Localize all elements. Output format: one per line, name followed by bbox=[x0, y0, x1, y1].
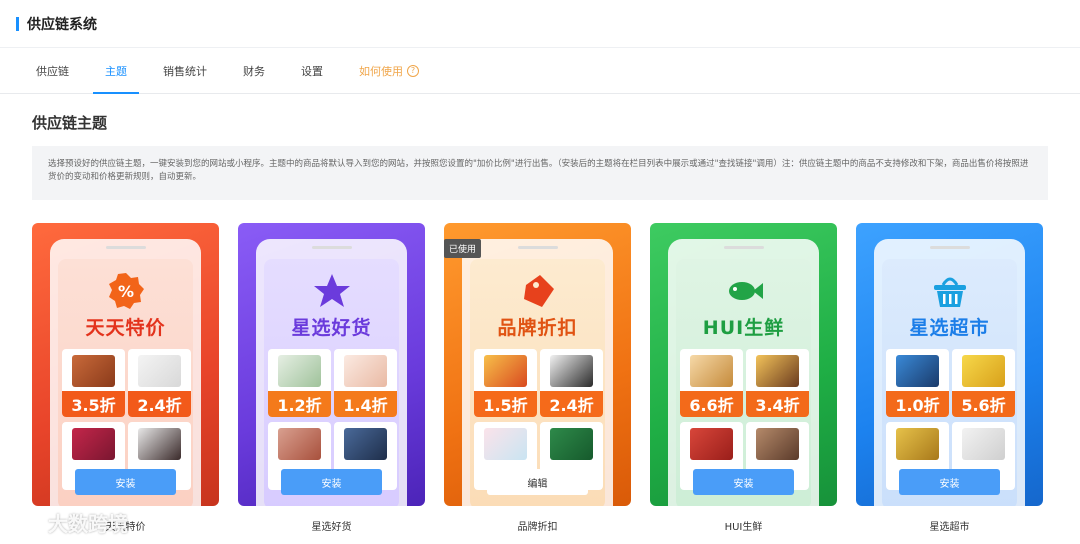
product-image bbox=[484, 355, 527, 387]
product-image bbox=[550, 355, 593, 387]
product-image bbox=[896, 428, 939, 460]
phone-speaker bbox=[518, 246, 558, 249]
phone-speaker bbox=[724, 246, 764, 249]
tab-how-to-use-label: 如何使用 bbox=[359, 65, 403, 78]
product-tile: 3.5折 bbox=[62, 349, 125, 417]
product-tile: 1.0折 bbox=[886, 349, 949, 417]
product-tile: 6.6折 bbox=[680, 349, 743, 417]
product-tile: 1.5折 bbox=[474, 349, 537, 417]
phone-mockup: 星选好货 1.2折 1.4折 bbox=[256, 239, 407, 506]
product-image bbox=[344, 355, 387, 387]
product-image bbox=[344, 428, 387, 460]
discount-label: 1.0折 bbox=[886, 391, 949, 417]
watermark: 大数跨境 bbox=[6, 508, 128, 537]
theme-card[interactable]: HUI生鲜 6.6折 3.4折 安装 bbox=[650, 223, 837, 506]
watermark-text: 大数跨境 bbox=[48, 512, 128, 536]
product-image bbox=[550, 428, 593, 460]
product-image bbox=[962, 355, 1005, 387]
tab-settings[interactable]: 设置 bbox=[289, 63, 335, 93]
product-image bbox=[138, 355, 181, 387]
theme-card[interactable]: 已使用 品牌折扣 1.5折 2.4折 编辑 bbox=[444, 223, 631, 506]
product-image bbox=[72, 428, 115, 460]
product-tile: 1.4折 bbox=[334, 349, 397, 417]
theme-caption: 星选好货 bbox=[311, 522, 352, 533]
theme-caption: 品牌折扣 bbox=[517, 522, 558, 533]
app: 供应链系统 供应链 主题 销售统计 财务 设置 如何使用 ? 供应链主题 选择预… bbox=[0, 0, 1080, 544]
phone-speaker bbox=[930, 246, 970, 249]
discount-label: 2.4折 bbox=[128, 391, 191, 417]
theme-title: 天天特价 bbox=[85, 317, 166, 339]
product-tile: 3.4折 bbox=[746, 349, 809, 417]
watermark-logo-icon bbox=[7, 511, 40, 533]
tab-finance[interactable]: 财务 bbox=[231, 63, 277, 93]
tab-how-to-use[interactable]: 如何使用 ? bbox=[347, 63, 431, 93]
product-image bbox=[278, 355, 321, 387]
theme-title: 星选超市 bbox=[909, 317, 990, 339]
theme-card[interactable]: 星选超市 1.0折 5.6折 安装 bbox=[856, 223, 1043, 506]
phone-speaker bbox=[106, 246, 146, 249]
install-button[interactable]: 安装 bbox=[281, 469, 382, 495]
theme-card[interactable]: 星选好货 1.2折 1.4折 安装 bbox=[238, 223, 425, 506]
theme-caption: HUI生鲜 bbox=[724, 522, 763, 533]
phone-mockup: 品牌折扣 1.5折 2.4折 bbox=[462, 239, 613, 506]
product-tile: 2.4折 bbox=[128, 349, 191, 417]
product-tile: 1.2折 bbox=[268, 349, 331, 417]
theme-title: 星选好货 bbox=[291, 317, 372, 339]
tab-sales-stats[interactable]: 销售统计 bbox=[151, 63, 219, 93]
help-icon: ? bbox=[407, 65, 419, 77]
star-icon bbox=[313, 274, 350, 307]
title-accent-bar bbox=[16, 16, 19, 31]
phone-mockup: % 天天特价 3.5折 2.4折 bbox=[50, 239, 201, 506]
discount-label: 2.4折 bbox=[540, 391, 603, 417]
product-image bbox=[138, 428, 181, 460]
theme-title: HUI生鲜 bbox=[702, 317, 785, 339]
theme-title: 品牌折扣 bbox=[497, 317, 578, 339]
product-image bbox=[756, 428, 799, 460]
product-image bbox=[690, 428, 733, 460]
tab-supply-chain[interactable]: 供应链 bbox=[24, 63, 81, 93]
install-button[interactable]: 安装 bbox=[75, 469, 176, 495]
product-image bbox=[756, 355, 799, 387]
discount-label: 5.6折 bbox=[952, 391, 1015, 417]
tab-bar: 供应链 主题 销售统计 财务 设置 如何使用 ? bbox=[0, 48, 1080, 94]
section-description: 选择预设好的供应链主题，一键安装到您的网站或小程序。主题中的商品将默认导入到您的… bbox=[32, 146, 1048, 200]
phone-mockup: 星选超市 1.0折 5.6折 bbox=[874, 239, 1025, 506]
discount-label: 1.2折 bbox=[268, 391, 331, 417]
section-title: 供应链主题 bbox=[32, 114, 108, 132]
product-image bbox=[896, 355, 939, 387]
theme-card[interactable]: % 天天特价 3.5折 2.4折 安装 bbox=[32, 223, 219, 506]
phone-mockup: HUI生鲜 6.6折 3.4折 bbox=[668, 239, 819, 506]
product-image bbox=[962, 428, 1005, 460]
price-tag-icon bbox=[523, 275, 554, 307]
svg-text:%: % bbox=[117, 282, 133, 301]
theme-caption: 星选超市 bbox=[929, 522, 970, 533]
product-image bbox=[72, 355, 115, 387]
product-image bbox=[690, 355, 733, 387]
percent-badge-icon: % bbox=[108, 273, 144, 309]
app-title: 供应链系统 bbox=[27, 16, 97, 33]
top-bar: 供应链系统 bbox=[0, 0, 1080, 48]
discount-label: 1.4折 bbox=[334, 391, 397, 417]
discount-label: 3.4折 bbox=[746, 391, 809, 417]
discount-label: 6.6折 bbox=[680, 391, 743, 417]
discount-label: 1.5折 bbox=[474, 391, 537, 417]
fish-icon bbox=[728, 282, 763, 300]
discount-label: 3.5折 bbox=[62, 391, 125, 417]
phone-speaker bbox=[312, 246, 352, 249]
product-tile: 2.4折 bbox=[540, 349, 603, 417]
basket-icon bbox=[933, 277, 966, 307]
product-image bbox=[484, 428, 527, 460]
product-tile: 5.6折 bbox=[952, 349, 1015, 417]
product-image bbox=[278, 428, 321, 460]
install-button[interactable]: 安装 bbox=[899, 469, 1000, 495]
install-button[interactable]: 安装 bbox=[693, 469, 794, 495]
in-use-badge: 已使用 bbox=[444, 239, 482, 258]
tab-theme[interactable]: 主题 bbox=[93, 63, 139, 94]
theme-card-list: % 天天特价 3.5折 2.4折 安装 星选好货 1.2折 1.4折 安装 已使… bbox=[32, 223, 1043, 506]
edit-button[interactable]: 编辑 bbox=[487, 469, 588, 495]
